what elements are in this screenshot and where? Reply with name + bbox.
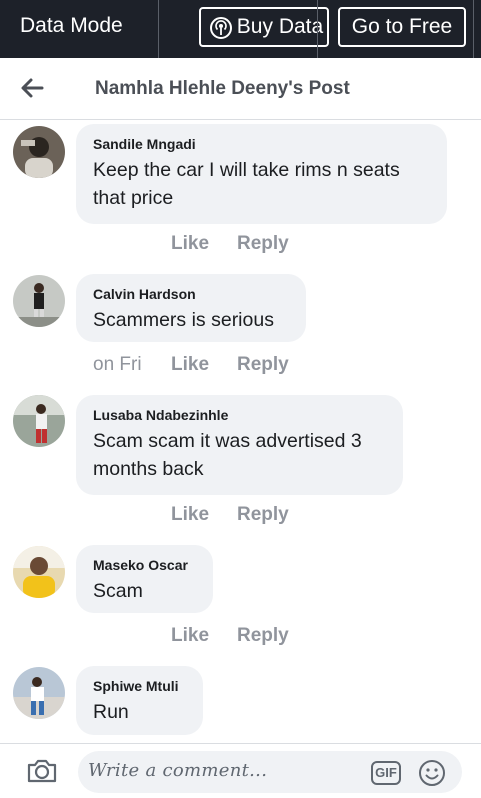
comment-bubble: Sandile Mngadi Keep the car I will take … [76,124,447,224]
reply-button[interactable]: Reply [237,354,289,376]
camera-icon[interactable] [26,757,58,785]
like-button[interactable]: Like [171,625,209,647]
buy-data-label: Buy Data [236,15,324,38]
avatar[interactable] [13,275,65,327]
comment-bubble: Calvin Hardson Scammers is serious [76,274,306,342]
comment-input[interactable]: Write a comment... GIF [78,751,462,793]
buy-data-button[interactable]: Buy Data [199,7,329,47]
comment-author[interactable]: Sandile Mngadi [93,135,430,153]
comment-author[interactable]: Calvin Hardson [93,285,289,303]
comment-timestamp: on Fri [93,354,142,375]
go-to-free-button[interactable]: Go to Free [338,7,466,47]
divider [473,0,474,58]
like-button[interactable]: Like [171,233,209,255]
comment-bubble: Lusaba Ndabezinhle Scam scam it was adve… [76,395,403,495]
data-mode-bar: Data Mode Buy Data Go to Free [0,0,481,58]
reply-button[interactable]: Reply [237,504,289,526]
reply-button[interactable]: Reply [237,233,289,255]
like-button[interactable]: Like [171,504,209,526]
avatar[interactable] [13,546,65,598]
back-arrow-icon[interactable] [18,74,46,102]
divider [317,0,318,58]
comment-bubble: Sphiwe Mtuli Run [76,666,203,735]
gif-button[interactable]: GIF [371,761,401,785]
avatar[interactable] [13,667,65,719]
reply-button[interactable]: Reply [237,625,289,647]
emoji-icon[interactable] [418,759,446,787]
like-button[interactable]: Like [171,354,209,376]
avatar[interactable] [13,126,65,178]
comment-author[interactable]: Lusaba Ndabezinhle [93,406,386,424]
divider [158,0,159,58]
comment-text: Scam scam it was advertised 3 months bac… [93,430,362,480]
post-header: Namhla Hlehle Deeny's Post [0,58,481,120]
comment-author[interactable]: Maseko Oscar [93,556,196,574]
data-mode-label: Data Mode [20,14,123,37]
comment-author[interactable]: Sphiwe Mtuli [93,677,186,695]
comment-text: Keep the car I will take rims n seats th… [93,159,400,209]
comment-text: Scammers is serious [93,309,274,331]
comment-placeholder: Write a comment... [88,760,268,781]
comment-bubble: Maseko Oscar Scam [76,545,213,613]
comment-text: Run [93,701,129,723]
broadcast-icon [210,17,232,39]
comment-composer: Write a comment... GIF [0,743,481,798]
avatar[interactable] [13,395,65,447]
comment-text: Scam [93,580,143,602]
page-title: Namhla Hlehle Deeny's Post [95,78,350,99]
go-to-free-label: Go to Free [351,15,453,38]
